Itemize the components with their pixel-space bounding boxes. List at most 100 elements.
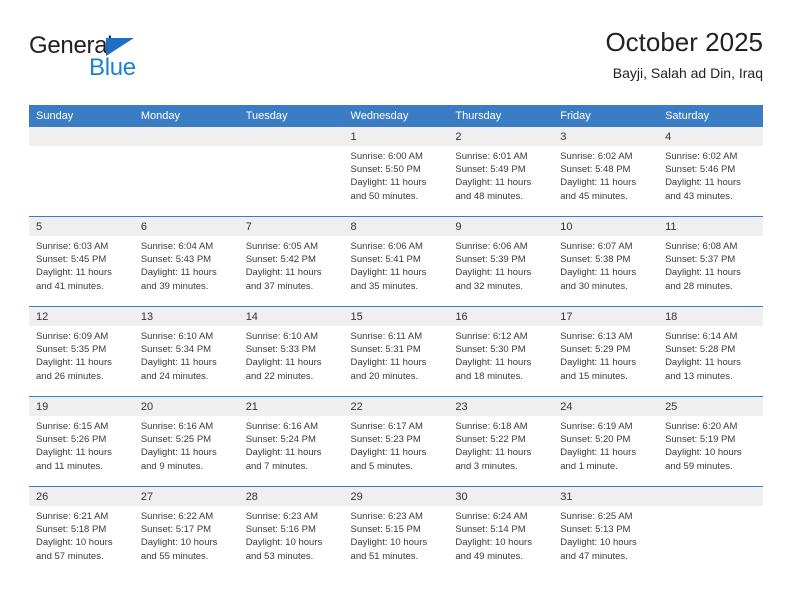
day-details: Sunrise: 6:21 AM Sunset: 5:18 PM Daylight:… [29, 506, 134, 563]
calendar-day: 27 Sunrise: 6:22 AM Sunset: 5:17 PM Dayligh… [133, 487, 239, 576]
day-details [239, 146, 344, 150]
calendar-day-cell[interactable]: 19 Sunrise: 6:15 AM Sunset: 5:26 PM Dayligh… [29, 396, 134, 487]
day-details: Sunrise: 6:06 AM Sunset: 5:41 PM Daylight:… [344, 236, 449, 293]
day-sunset-text: Sunset: 5:18 PM [36, 524, 107, 536]
day-daylight2-text: and 13 minutes. [665, 370, 733, 382]
calendar-day-cell[interactable]: 18 Sunrise: 6:14 AM Sunset: 5:28 PM Dayligh… [658, 306, 763, 397]
calendar-day-cell[interactable]: 12 Sunrise: 6:09 AM Sunset: 5:35 PM Dayligh… [29, 306, 134, 397]
calendar-day-cell[interactable]: 3 Sunrise: 6:02 AM Sunset: 5:48 PM Daylight… [553, 127, 659, 217]
calendar-day-cell[interactable]: 29 Sunrise: 6:23 AM Sunset: 5:15 PM Dayligh… [343, 486, 449, 576]
day-daylight2-text: and 45 minutes. [560, 190, 628, 202]
calendar-day-cell[interactable] [238, 127, 344, 217]
day-number [238, 127, 344, 146]
calendar-day-cell[interactable]: 11 Sunrise: 6:08 AM Sunset: 5:37 PM Dayligh… [658, 216, 763, 307]
day-number: 18 [658, 307, 763, 326]
day-number: 31 [553, 487, 659, 506]
calendar-day-cell[interactable]: 4 Sunrise: 6:02 AM Sunset: 5:46 PM Daylight… [658, 127, 763, 217]
calendar-day: 28 Sunrise: 6:23 AM Sunset: 5:16 PM Dayligh… [238, 487, 344, 576]
day-sunrise-text: Sunrise: 6:17 AM [350, 421, 423, 432]
day-daylight2-text: and 7 minutes. [245, 460, 309, 472]
calendar-day-cell[interactable]: 27 Sunrise: 6:22 AM Sunset: 5:17 PM Dayligh… [133, 486, 239, 576]
calendar-grid: Sunday Monday Tuesday Wednesday Thursday… [29, 105, 763, 576]
day-sunset-text: Sunset: 5:23 PM [350, 434, 421, 446]
day-details: Sunrise: 6:01 AM Sunset: 5:49 PM Daylight:… [448, 146, 553, 203]
calendar-day-cell[interactable]: 25 Sunrise: 6:20 AM Sunset: 5:19 PM Dayligh… [658, 396, 763, 487]
calendar-day-cell[interactable]: 8 Sunrise: 6:06 AM Sunset: 5:41 PM Daylight… [343, 216, 449, 307]
calendar-day-cell[interactable]: 6 Sunrise: 6:04 AM Sunset: 5:43 PM Daylight… [133, 216, 239, 307]
day-details: Sunrise: 6:09 AM Sunset: 5:35 PM Daylight:… [29, 326, 134, 383]
day-daylight2-text: and 37 minutes. [245, 280, 314, 292]
calendar-day: 16 Sunrise: 6:12 AM Sunset: 5:30 PM Dayligh… [448, 307, 554, 396]
day-number: 24 [553, 397, 659, 416]
day-sunset-text: Sunset: 5:16 PM [245, 524, 316, 536]
day-number [29, 127, 134, 146]
day-details [134, 146, 239, 150]
calendar-day-cell[interactable]: 13 Sunrise: 6:10 AM Sunset: 5:34 PM Dayligh… [133, 306, 239, 397]
day-number: 6 [133, 217, 239, 236]
calendar-day-cell[interactable]: 20 Sunrise: 6:16 AM Sunset: 5:25 PM Dayligh… [133, 396, 239, 487]
day-number: 4 [658, 127, 763, 146]
calendar-day: 18 Sunrise: 6:14 AM Sunset: 5:28 PM Dayligh… [658, 307, 763, 396]
calendar-day-empty [133, 127, 239, 216]
day-number [658, 487, 763, 506]
day-daylight1-text: Daylight: 11 hours [455, 267, 532, 279]
day-sunrise-text: Sunrise: 6:09 AM [36, 331, 109, 342]
day-sunrise-text: Sunrise: 6:18 AM [455, 421, 528, 432]
calendar-day-cell[interactable] [133, 127, 239, 217]
day-sunrise-text: Sunrise: 6:03 AM [36, 241, 109, 252]
calendar-day-cell[interactable]: 15 Sunrise: 6:11 AM Sunset: 5:31 PM Dayligh… [343, 306, 449, 397]
day-sunrise-text: Sunrise: 6:04 AM [140, 241, 214, 252]
day-details: Sunrise: 6:14 AM Sunset: 5:28 PM Daylight:… [658, 326, 763, 383]
day-daylight1-text: Daylight: 11 hours [560, 267, 637, 279]
calendar-day-cell[interactable]: 10 Sunrise: 6:07 AM Sunset: 5:38 PM Dayligh… [553, 216, 659, 307]
day-sunset-text: Sunset: 5:15 PM [350, 524, 421, 536]
calendar-day-cell[interactable]: 23 Sunrise: 6:18 AM Sunset: 5:22 PM Dayligh… [448, 396, 554, 487]
calendar-day: 7 Sunrise: 6:05 AM Sunset: 5:42 PM Daylight… [238, 217, 344, 306]
day-daylight1-text: Daylight: 11 hours [350, 177, 427, 189]
calendar-day-empty [658, 487, 763, 576]
calendar-day-cell[interactable]: 16 Sunrise: 6:12 AM Sunset: 5:30 PM Dayligh… [448, 306, 554, 397]
calendar-day-cell[interactable]: 22 Sunrise: 6:17 AM Sunset: 5:23 PM Dayligh… [343, 396, 449, 487]
calendar-day-cell[interactable] [29, 127, 134, 217]
day-sunset-text: Sunset: 5:46 PM [665, 164, 736, 176]
calendar-day-cell[interactable] [658, 486, 763, 576]
day-daylight2-text: and 5 minutes. [350, 460, 413, 472]
calendar-day: 2 Sunrise: 6:01 AM Sunset: 5:49 PM Daylight… [448, 127, 554, 216]
calendar-day-cell[interactable]: 31 Sunrise: 6:25 AM Sunset: 5:13 PM Dayligh… [553, 486, 659, 576]
calendar-day-cell[interactable]: 9 Sunrise: 6:06 AM Sunset: 5:39 PM Daylight… [448, 216, 554, 307]
day-details: Sunrise: 6:19 AM Sunset: 5:20 PM Daylight:… [553, 416, 658, 473]
weekday-header-row: Sunday Monday Tuesday Wednesday Thursday… [29, 105, 763, 127]
day-number: 5 [29, 217, 134, 236]
calendar-day-cell[interactable]: 14 Sunrise: 6:10 AM Sunset: 5:33 PM Dayligh… [238, 306, 344, 397]
calendar-day-cell[interactable]: 17 Sunrise: 6:13 AM Sunset: 5:29 PM Dayligh… [553, 306, 659, 397]
calendar-day-cell[interactable]: 1 Sunrise: 6:00 AM Sunset: 5:50 PM Daylight… [343, 127, 449, 217]
calendar-day-cell[interactable]: 2 Sunrise: 6:01 AM Sunset: 5:49 PM Daylight… [448, 127, 554, 217]
day-sunset-text: Sunset: 5:41 PM [350, 254, 421, 266]
calendar-day: 10 Sunrise: 6:07 AM Sunset: 5:38 PM Dayligh… [553, 217, 659, 306]
day-sunset-text: Sunset: 5:45 PM [36, 254, 107, 266]
day-number: 16 [448, 307, 554, 326]
day-number: 1 [343, 127, 449, 146]
calendar-day-cell[interactable]: 21 Sunrise: 6:16 AM Sunset: 5:24 PM Dayligh… [238, 396, 344, 487]
calendar-day-cell[interactable]: 26 Sunrise: 6:21 AM Sunset: 5:18 PM Dayligh… [29, 486, 134, 576]
calendar-day-cell[interactable]: 5 Sunrise: 6:03 AM Sunset: 5:45 PM Daylight… [29, 216, 134, 307]
calendar-day-cell[interactable]: 30 Sunrise: 6:24 AM Sunset: 5:14 PM Dayligh… [448, 486, 554, 576]
day-daylight2-text: and 57 minutes. [36, 550, 104, 562]
day-details: Sunrise: 6:13 AM Sunset: 5:29 PM Daylight:… [553, 326, 658, 383]
day-sunrise-text: Sunrise: 6:13 AM [560, 331, 633, 342]
day-details: Sunrise: 6:23 AM Sunset: 5:15 PM Daylight:… [344, 506, 449, 563]
calendar-day-cell[interactable]: 24 Sunrise: 6:19 AM Sunset: 5:20 PM Dayligh… [553, 396, 659, 487]
day-details: Sunrise: 6:02 AM Sunset: 5:46 PM Daylight:… [658, 146, 763, 203]
day-number: 23 [448, 397, 554, 416]
calendar-day-cell[interactable]: 28 Sunrise: 6:23 AM Sunset: 5:16 PM Dayligh… [238, 486, 344, 576]
weekday-header-sunday: Sunday [29, 105, 134, 127]
day-number [133, 127, 239, 146]
calendar-day: 26 Sunrise: 6:21 AM Sunset: 5:18 PM Dayligh… [29, 487, 134, 576]
day-daylight1-text: Daylight: 10 hours [455, 537, 532, 549]
day-details: Sunrise: 6:05 AM Sunset: 5:42 PM Daylight:… [239, 236, 344, 293]
calendar-day-cell[interactable]: 7 Sunrise: 6:05 AM Sunset: 5:42 PM Daylight… [238, 216, 344, 307]
day-number: 15 [343, 307, 449, 326]
day-number: 25 [658, 397, 763, 416]
day-sunset-text: Sunset: 5:13 PM [560, 524, 631, 536]
day-daylight1-text: Daylight: 11 hours [36, 267, 112, 279]
